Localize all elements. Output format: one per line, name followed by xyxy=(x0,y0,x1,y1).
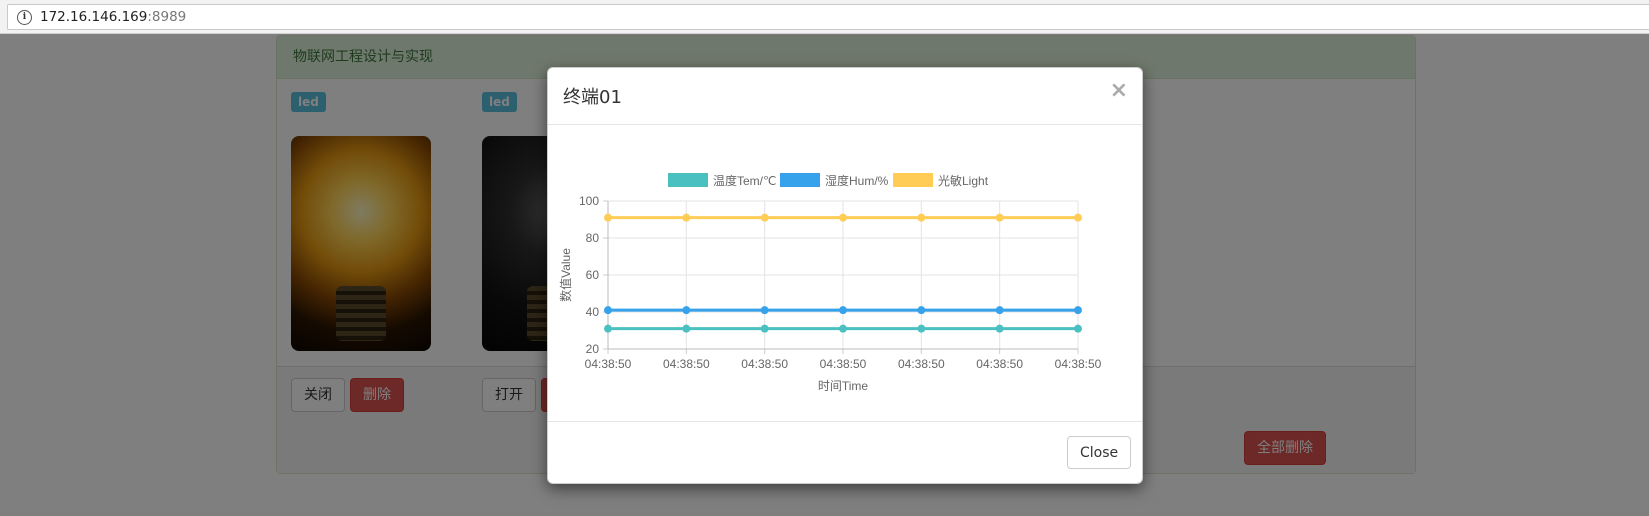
legend-swatch xyxy=(780,173,820,187)
data-point xyxy=(917,306,926,315)
y-tick-label: 80 xyxy=(586,231,600,245)
address-port: :8989 xyxy=(147,9,187,25)
data-point xyxy=(995,324,1004,333)
x-tick-label: 04:38:50 xyxy=(663,357,710,371)
modal-header: 终端01 × xyxy=(548,68,1142,125)
data-point xyxy=(604,306,612,315)
y-tick-label: 20 xyxy=(586,342,600,356)
address-bar[interactable]: i 172.16.146.169:8989 xyxy=(7,4,1649,30)
y-tick-label: 40 xyxy=(586,305,600,319)
data-point xyxy=(1074,213,1082,222)
data-point xyxy=(839,306,847,315)
x-tick-label: 04:38:50 xyxy=(585,357,632,371)
legend-label: 湿度Hum/% xyxy=(825,173,889,188)
x-tick-label: 04:38:50 xyxy=(898,357,945,371)
x-tick-label: 04:38:50 xyxy=(1055,357,1102,371)
chart-modal: 终端01 × 20 40 60 80 100 04:38:50 04:38:50 04:38:… xyxy=(547,67,1143,484)
data-point xyxy=(839,213,847,222)
data-point xyxy=(682,324,691,333)
y-axis-title: 数值Value xyxy=(558,248,573,302)
data-point xyxy=(760,324,769,333)
address-host: 172.16.146.169 xyxy=(40,9,148,25)
data-point xyxy=(839,324,847,333)
data-point xyxy=(995,213,1004,222)
close-icon[interactable]: × xyxy=(1110,80,1128,102)
data-point xyxy=(760,213,769,222)
modal-body: 20 40 60 80 100 04:38:50 04:38:50 04:38:50 04:38… xyxy=(548,125,1142,421)
line-chart: 20 40 60 80 100 04:38:50 04:38:50 04:38:50 04:38… xyxy=(558,173,1102,393)
y-tick-label: 60 xyxy=(586,268,600,282)
data-point xyxy=(604,324,612,333)
legend-swatch xyxy=(893,173,933,187)
modal-title: 终端01 xyxy=(563,87,622,108)
legend-swatch xyxy=(668,173,708,187)
modal-footer: Close xyxy=(548,421,1142,484)
data-point xyxy=(995,306,1004,315)
info-icon[interactable]: i xyxy=(17,9,32,25)
y-tick-label: 100 xyxy=(579,194,599,208)
x-axis-title: 时间Time xyxy=(818,379,869,393)
address-text: 172.16.146.169:8989 xyxy=(40,9,186,25)
data-point xyxy=(1074,324,1082,333)
data-point xyxy=(604,213,612,222)
browser-toolbar: i 172.16.146.169:8989 xyxy=(0,0,1649,34)
legend-label: 温度Tem/℃ xyxy=(713,173,776,188)
data-point xyxy=(917,324,926,333)
data-point xyxy=(917,213,926,222)
x-tick-label: 04:38:50 xyxy=(741,357,788,371)
data-point xyxy=(1074,306,1082,315)
data-point xyxy=(682,306,691,315)
x-tick-label: 04:38:50 xyxy=(976,357,1023,371)
x-tick-label: 04:38:50 xyxy=(820,357,867,371)
legend-label: 光敏Light xyxy=(938,173,989,188)
data-point xyxy=(760,306,769,315)
data-point xyxy=(682,213,691,222)
close-button[interactable]: Close xyxy=(1067,436,1132,469)
